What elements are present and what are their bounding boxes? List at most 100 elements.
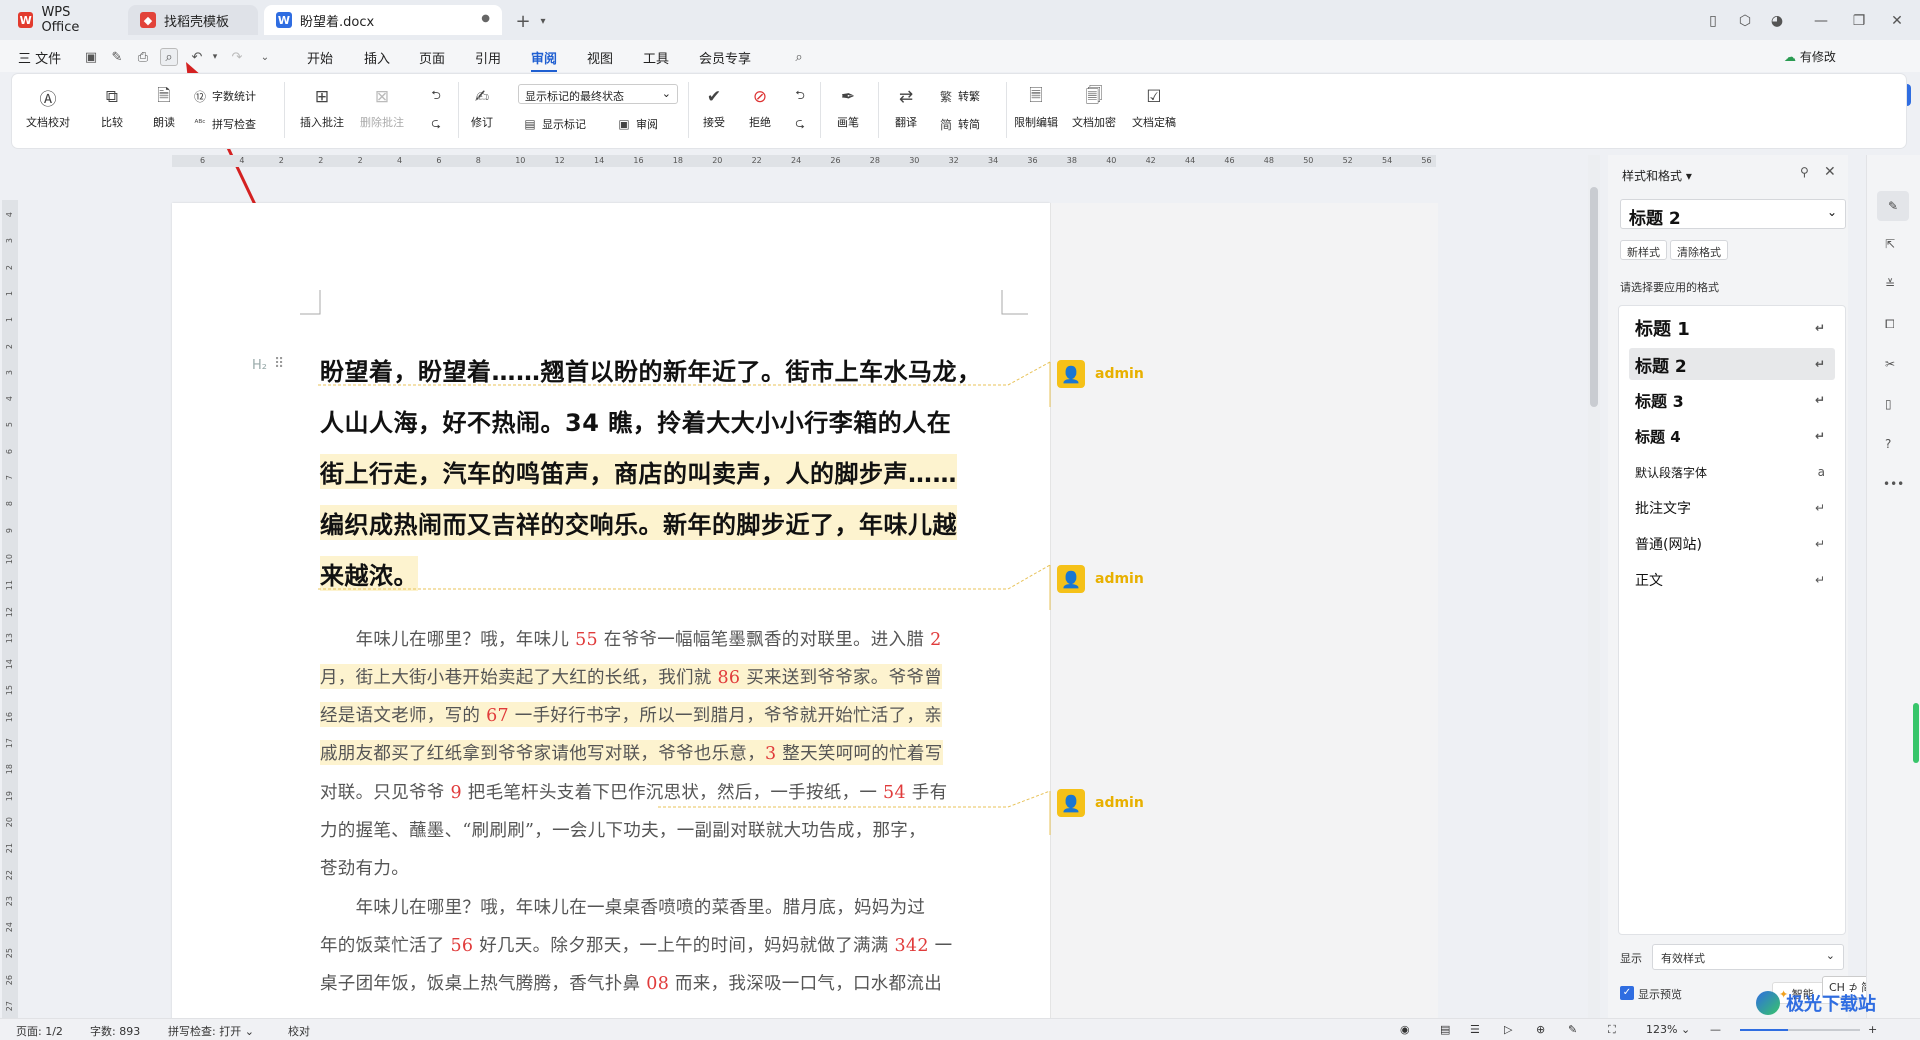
vertical-ruler[interactable]: 4 3 2 1 1 2 3 4 5 6 7 8 9 10 11 12 13 14 15 16 17 18 19 20 21 22 2… xyxy=(2,200,18,1020)
outline-icon[interactable]: ☰ xyxy=(1470,1023,1480,1036)
print-icon[interactable]: ⎙ xyxy=(134,48,152,66)
revise-status[interactable]: ☁ 有修改 xyxy=(1784,48,1836,65)
preview-checkbox[interactable]: ✓ xyxy=(1620,986,1634,1000)
file-menu[interactable]: 三 文件 xyxy=(18,48,61,67)
close-icon[interactable]: ✕ xyxy=(1886,10,1908,32)
edit-box-icon[interactable]: ⧠ xyxy=(1885,317,1895,332)
menu-tools[interactable]: 工具 xyxy=(643,48,669,67)
menu-view[interactable]: 视图 xyxy=(587,48,613,67)
body-line[interactable]: 年味儿在哪里？哦，年味儿在一桌桌香喷喷的菜香里。腊月底，妈妈为过 xyxy=(320,894,925,919)
zoom-out-icon[interactable]: — xyxy=(1710,1023,1721,1036)
tools-icon[interactable]: ✂ xyxy=(1885,357,1895,371)
style-item-heading2[interactable]: 标题 2 ↵ xyxy=(1629,348,1835,380)
style-item-web[interactable]: 普通(网站) ↵ xyxy=(1629,528,1835,560)
track-changes-button[interactable]: ✍ 修订 xyxy=(468,84,496,130)
close-panel-icon[interactable]: ✕ xyxy=(1824,164,1836,180)
word-count[interactable]: 字数: 893 xyxy=(90,1023,140,1039)
body-line[interactable]: 年的饭菜忙活了 56 好几天。除夕那天，一上午的时间，妈妈就做了满满 342 一 xyxy=(320,932,952,957)
finalize-button[interactable]: ☑ 文档定稿 xyxy=(1132,84,1176,130)
eye-icon[interactable]: ◉ xyxy=(1400,1023,1410,1036)
tab-docer[interactable]: ◆ 找稻壳模板 xyxy=(128,5,258,35)
style-item-heading1[interactable]: 标题 1 ↵ xyxy=(1629,312,1835,344)
encrypt-button[interactable]: 🗐 文档加密 xyxy=(1072,84,1116,130)
print-preview-icon[interactable]: ⌕ xyxy=(160,48,178,66)
show-select[interactable]: 有效样式 ⌄ xyxy=(1652,944,1844,970)
word-count-button[interactable]: ⑫ 字数统计 xyxy=(192,88,256,104)
menu-reference[interactable]: 引用 xyxy=(475,48,501,67)
style-item-heading3[interactable]: 标题 3 ↵ xyxy=(1629,384,1835,416)
minimize-icon[interactable]: — xyxy=(1810,10,1832,32)
heading-marker[interactable]: H₂ xyxy=(252,358,267,373)
pen-mode-icon[interactable]: ✎ xyxy=(1568,1023,1577,1036)
tab-document[interactable]: W 盼望着.docx ● xyxy=(264,5,502,35)
cube-icon[interactable]: ⬡ xyxy=(1734,10,1756,32)
clear-format-button[interactable]: 清除格式 xyxy=(1670,240,1728,260)
reject-button[interactable]: ⊘ 拒绝 xyxy=(746,84,774,130)
prev-comment-button[interactable]: ⮌ xyxy=(428,88,448,104)
book-icon[interactable]: ▯ xyxy=(1885,397,1892,411)
current-style-select[interactable]: 标题 2 ⌄ xyxy=(1620,199,1846,229)
unsaved-dot-icon[interactable]: ● xyxy=(481,13,490,24)
restrict-edit-button[interactable]: 🗏 限制编辑 xyxy=(1014,84,1058,130)
restore-icon[interactable]: ❐ xyxy=(1848,10,1870,32)
read-aloud-button[interactable]: 🗎 朗读 xyxy=(150,84,178,130)
style-item-heading4[interactable]: 标题 4 ↵ xyxy=(1629,420,1835,452)
chevron-down-icon[interactable]: ▾ xyxy=(532,10,554,32)
doc-check-button[interactable]: Ⓐ 文档校对 xyxy=(26,84,70,130)
web-icon[interactable]: ⊕ xyxy=(1536,1023,1545,1036)
show-markup-button[interactable]: ▤ 显示标记 xyxy=(522,116,586,132)
accept-button[interactable]: ✔ 接受 xyxy=(700,84,728,130)
style-item-comment-text[interactable]: 批注文字 ↵ xyxy=(1629,492,1835,524)
search-icon[interactable]: ⌕ xyxy=(790,48,808,66)
delete-comment-button[interactable]: ⊠ 删除批注 xyxy=(360,84,404,130)
zoom-in-icon[interactable]: + xyxy=(1868,1023,1877,1036)
help-icon[interactable]: ? xyxy=(1885,437,1891,451)
page-view-icon[interactable]: ▤ xyxy=(1440,1023,1450,1036)
review-pane-button[interactable]: ▣ 审阅 xyxy=(616,116,658,132)
document-scrollbar[interactable] xyxy=(1588,155,1600,1018)
to-simplified-button[interactable]: 简转简 xyxy=(938,116,980,132)
tab-wps-office[interactable]: W WPS Office xyxy=(6,5,122,35)
fit-icon[interactable]: ⛶ xyxy=(1608,1023,1616,1037)
layout-icon[interactable]: ▯ xyxy=(1702,10,1724,32)
save-icon[interactable]: ▣ xyxy=(82,48,100,66)
zoom-level[interactable]: 123% ⌄ xyxy=(1646,1023,1690,1036)
horizontal-ruler[interactable]: 6 4 2 2 2 4 6 8 10 12 14 16 18 20 22 24 26 28 30 32 34 36 38 40… xyxy=(172,155,1436,167)
compare-button[interactable]: ⧉ 比较 xyxy=(98,84,126,130)
menu-page[interactable]: 页面 xyxy=(419,48,445,67)
spell-check-button[interactable]: ᴬᴮᶜ 拼写检查 xyxy=(192,116,256,132)
pin-icon[interactable]: ⚲ xyxy=(1800,165,1809,179)
new-style-button[interactable]: 新样式 xyxy=(1620,240,1667,260)
drag-handle-icon[interactable]: ⠿ xyxy=(274,356,284,372)
comment-card[interactable]: 👤 admin xyxy=(1057,360,1144,388)
body-line[interactable]: 苍劲有力。 xyxy=(320,855,409,880)
menu-insert[interactable]: 插入 xyxy=(364,48,390,67)
prev-change-button[interactable]: ⮌ xyxy=(792,88,812,104)
style-item-normal[interactable]: 正文 ↵ xyxy=(1629,564,1835,596)
adjust-icon[interactable]: ≚ xyxy=(1885,277,1895,291)
page-count[interactable]: 页面: 1/2 xyxy=(16,1023,63,1039)
next-comment-button[interactable]: ⮎ xyxy=(428,116,448,132)
to-traditional-button[interactable]: 繁转繁 xyxy=(938,88,980,104)
insert-comment-button[interactable]: ⊞ 插入批注 xyxy=(300,84,344,130)
scroll-thumb[interactable] xyxy=(1590,187,1598,407)
pen-icon[interactable]: ✎ xyxy=(108,48,126,66)
comment-card[interactable]: 👤 admin xyxy=(1057,565,1144,593)
select-icon[interactable]: ⇱ xyxy=(1885,237,1895,251)
avatar-icon[interactable]: ◕ xyxy=(1766,10,1788,32)
body-line[interactable]: 桌子团年饭，饭桌上热气腾腾，香气扑鼻 08 而来，我深吸一口气，口水都流出 xyxy=(320,970,942,995)
markup-select[interactable]: 显示标记的最终状态 ⌄ xyxy=(518,84,678,104)
ink-button[interactable]: ✒ 画笔 xyxy=(834,84,862,130)
menu-review[interactable]: 审阅 xyxy=(531,48,558,72)
menu-start[interactable]: 开始 xyxy=(307,48,333,67)
spell-status[interactable]: 拼写检查: 打开 ⌄ xyxy=(168,1023,254,1039)
next-change-button[interactable]: ⮎ xyxy=(792,116,812,132)
menu-member[interactable]: 会员专享 xyxy=(699,48,751,67)
style-item-default-font[interactable]: 默认段落字体 a xyxy=(1629,456,1835,488)
styles-icon[interactable]: ✎ xyxy=(1877,191,1909,221)
zoom-slider[interactable] xyxy=(1740,1029,1860,1031)
proofread[interactable]: 校对 xyxy=(288,1023,310,1039)
more-icon[interactable]: ••• xyxy=(1883,477,1904,491)
new-tab-button[interactable]: + xyxy=(512,10,534,32)
play-icon[interactable]: ▷ xyxy=(1504,1023,1512,1036)
